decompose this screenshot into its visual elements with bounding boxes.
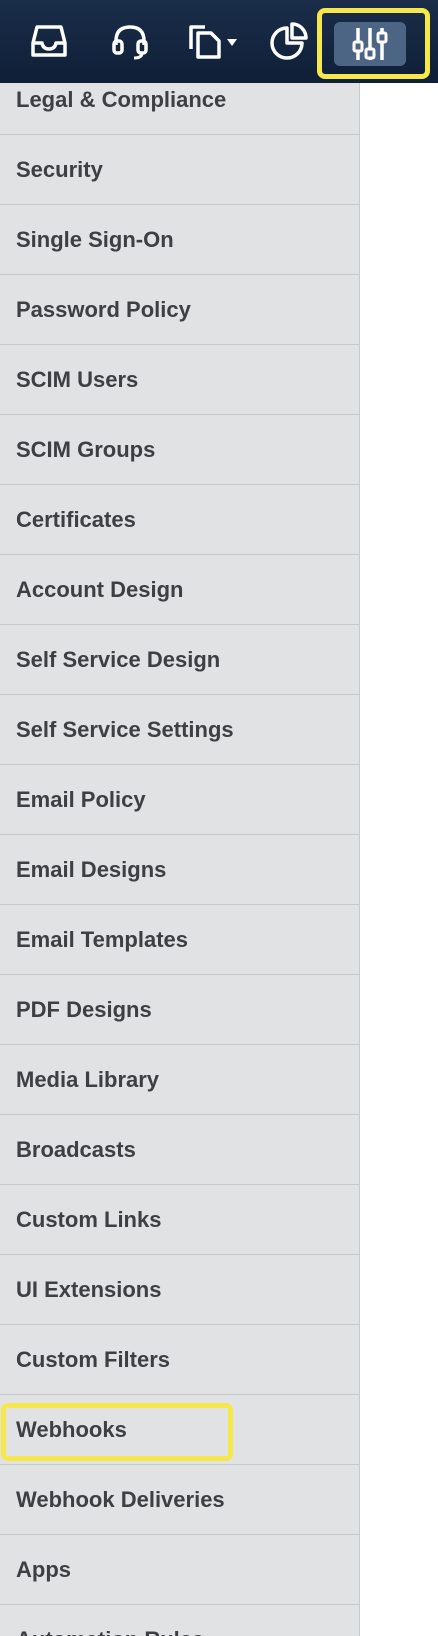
sidebar-item-password-policy[interactable]: Password Policy [0,275,359,345]
sidebar-item-pdf-designs[interactable]: PDF Designs [0,975,359,1045]
sidebar-item-label: Email Designs [16,857,167,882]
sidebar-menu: Legal & Compliance Security Single Sign-On… [0,83,359,1636]
sidebar-item-single-sign-on[interactable]: Single Sign-On [0,205,359,275]
sidebar-item-label: PDF Designs [16,997,152,1022]
sidebar-item-self-service-settings[interactable]: Self Service Settings [0,695,359,765]
sidebar-item-label: UI Extensions [16,1277,162,1302]
sidebar-item-custom-links[interactable]: Custom Links [0,1185,359,1255]
sidebar-item-label: Custom Links [16,1207,162,1232]
reports-button[interactable] [262,14,316,68]
sidebar-item-label: Email Policy [16,787,146,812]
sidebar-item-label: Security [16,157,103,182]
sidebar-item-email-templates[interactable]: Email Templates [0,905,359,975]
documents-dropdown-icon [189,25,237,59]
sidebar-item-security[interactable]: Security [0,135,359,205]
support-button[interactable] [103,14,157,68]
sidebar-item-media-library[interactable]: Media Library [0,1045,359,1115]
pie-chart-icon [270,22,308,60]
sidebar-item-label: Email Templates [16,927,188,952]
sidebar-item-label: Webhooks [16,1417,127,1442]
sidebar-item-automation-rules[interactable]: Automation Rules [0,1605,359,1636]
sidebar-item-label: Apps [16,1557,71,1582]
sidebar-item-label: Password Policy [16,297,191,322]
sidebar-item-self-service-design[interactable]: Self Service Design [0,625,359,695]
sliders-icon [352,28,388,60]
sidebar-item-webhooks[interactable]: Webhooks [0,1395,359,1465]
sidebar-item-scim-groups[interactable]: SCIM Groups [0,415,359,485]
sidebar-item-label: Single Sign-On [16,227,174,252]
documents-button[interactable] [181,14,245,68]
sidebar-item-legal-and-compliance[interactable]: Legal & Compliance [0,83,359,135]
sidebar-item-label: Certificates [16,507,136,532]
sidebar-item-label: Webhook Deliveries [16,1487,225,1512]
sidebar-item-label: Self Service Settings [16,717,234,742]
sidebar-item-account-design[interactable]: Account Design [0,555,359,625]
sidebar-item-email-designs[interactable]: Email Designs [0,835,359,905]
headset-icon [112,25,148,60]
sidebar-item-ui-extensions[interactable]: UI Extensions [0,1255,359,1325]
sidebar-item-label: Automation Rules [16,1605,204,1636]
top-toolbar [0,0,438,83]
sidebar-item-broadcasts[interactable]: Broadcasts [0,1115,359,1185]
sidebar-item-label: Custom Filters [16,1347,171,1372]
sidebar-item-label: Broadcasts [16,1137,136,1162]
inbox-button[interactable] [22,14,76,68]
settings-sidebar: Legal & Compliance Security Single Sign-On… [0,83,360,1636]
sidebar-item-webhook-deliveries[interactable]: Webhook Deliveries [0,1465,359,1535]
sidebar-item-custom-filters[interactable]: Custom Filters [0,1325,359,1395]
sidebar-item-label: Account Design [16,577,184,602]
sidebar-item-label: Media Library [16,1067,160,1092]
sidebar-item-scim-users[interactable]: SCIM Users [0,345,359,415]
settings-button-fill [334,22,406,66]
sidebar-item-apps[interactable]: Apps [0,1535,359,1605]
settings-button[interactable] [317,8,430,79]
sidebar-item-label: SCIM Users [16,367,139,392]
sidebar-item-certificates[interactable]: Certificates [0,485,359,555]
sidebar-item-label: Legal & Compliance [16,87,227,112]
sidebar-item-label: Self Service Design [16,647,221,672]
sidebar-item-label: SCIM Groups [16,437,156,462]
inbox-icon [31,25,67,57]
sidebar-item-email-policy[interactable]: Email Policy [0,765,359,835]
